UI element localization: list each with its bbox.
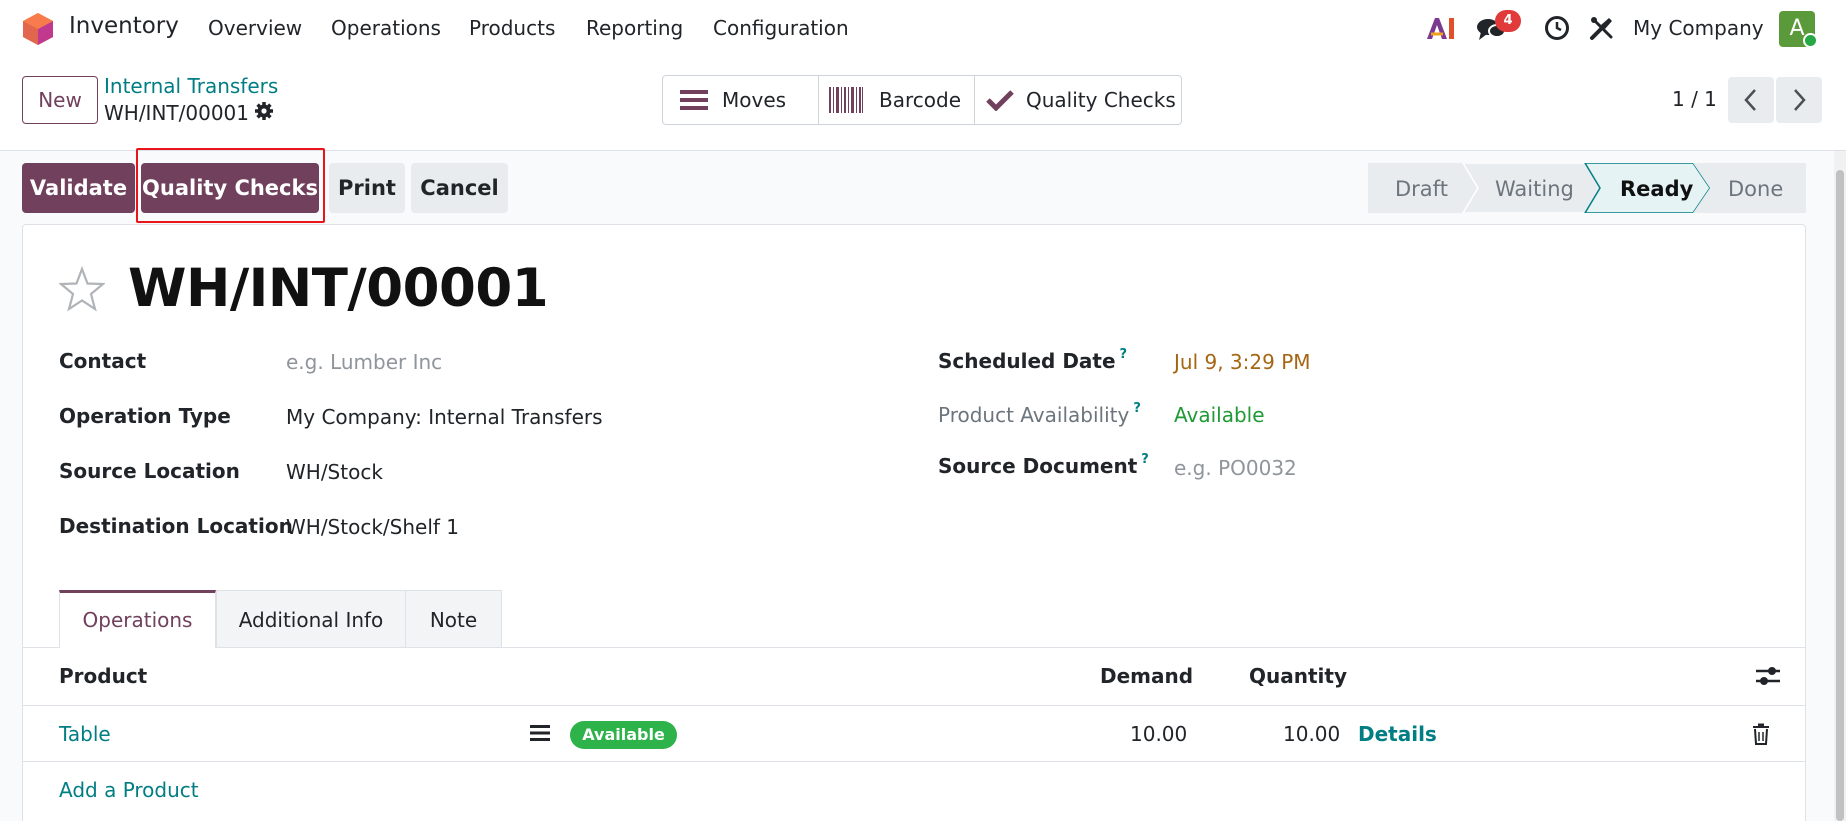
- trash-icon[interactable]: [1752, 723, 1770, 745]
- validate-button[interactable]: Validate: [22, 163, 135, 213]
- smart-separator: [974, 75, 975, 125]
- list-icon[interactable]: [530, 724, 550, 742]
- new-button[interactable]: New: [22, 76, 98, 124]
- contact-field[interactable]: e.g. Lumber Inc: [286, 350, 442, 374]
- pager-previous-button[interactable]: [1728, 77, 1774, 123]
- source-document-field[interactable]: e.g. PO0032: [1174, 456, 1297, 480]
- barcode-label: Barcode: [879, 88, 961, 112]
- column-header-quantity[interactable]: Quantity: [1249, 664, 1347, 688]
- scheduled-date-field[interactable]: Jul 9, 3:29 PM: [1174, 350, 1311, 374]
- availability-badge: Available: [570, 721, 677, 749]
- menu-reporting[interactable]: Reporting: [586, 16, 683, 40]
- tab-operations[interactable]: Operations: [59, 590, 216, 648]
- header-divider: [22, 705, 1806, 706]
- source-location-label: Source Location: [59, 459, 240, 483]
- barcode-smart-button[interactable]: Barcode: [829, 75, 974, 125]
- help-tooltip-icon[interactable]: ?: [1141, 452, 1149, 467]
- destination-location-label: Destination Location: [59, 514, 293, 538]
- quality-checks-smart-button[interactable]: Quality Checks: [986, 75, 1180, 125]
- quality-checks-label: Quality Checks: [1026, 88, 1176, 112]
- chevron-left-icon: [1744, 89, 1756, 111]
- inventory-app-icon[interactable]: [22, 12, 54, 46]
- cancel-button[interactable]: Cancel: [411, 163, 508, 213]
- star-icon[interactable]: [59, 266, 105, 312]
- presence-status-icon: [1803, 33, 1818, 48]
- barcode-icon: [829, 87, 863, 113]
- status-ready[interactable]: Ready: [1620, 177, 1693, 201]
- status-done[interactable]: Done: [1728, 177, 1783, 201]
- tab-additional-info[interactable]: Additional Info: [216, 590, 406, 648]
- debug-tools-icon[interactable]: [1589, 15, 1615, 41]
- moves-smart-button[interactable]: Moves: [680, 75, 818, 125]
- top-navbar: Inventory Overview Operations Products R…: [0, 0, 1846, 57]
- destination-location-field[interactable]: WH/Stock/Shelf 1: [286, 515, 459, 539]
- breadcrumb-current-record: WH/INT/00001: [104, 101, 249, 125]
- pager-value[interactable]: 1 / 1: [1672, 87, 1717, 111]
- quantity-cell[interactable]: 10.00: [1283, 722, 1340, 746]
- add-product-link[interactable]: Add a Product: [59, 778, 199, 802]
- operation-type-label: Operation Type: [59, 404, 231, 428]
- status-waiting[interactable]: Waiting: [1495, 177, 1574, 201]
- highlight-annotation: [136, 148, 325, 223]
- ai-icon[interactable]: [1426, 16, 1456, 40]
- checkmark-icon: [986, 90, 1014, 111]
- product-availability-value: Available: [1174, 403, 1265, 427]
- help-tooltip-icon[interactable]: ?: [1133, 401, 1141, 416]
- clock-icon[interactable]: [1544, 15, 1570, 41]
- help-tooltip-icon[interactable]: ?: [1120, 347, 1128, 362]
- menu-configuration[interactable]: Configuration: [713, 16, 849, 40]
- column-header-product[interactable]: Product: [59, 664, 147, 688]
- gear-icon[interactable]: [254, 101, 274, 121]
- row-divider: [22, 761, 1806, 762]
- status-draft[interactable]: Draft: [1395, 177, 1448, 201]
- menu-overview[interactable]: Overview: [208, 16, 302, 40]
- company-switcher[interactable]: My Company: [1633, 16, 1764, 40]
- source-location-field[interactable]: WH/Stock: [286, 460, 383, 484]
- app-name[interactable]: Inventory: [69, 13, 179, 39]
- messages-count-badge: 4: [1495, 10, 1521, 32]
- contact-label: Contact: [59, 349, 147, 373]
- record-title: WH/INT/00001: [128, 258, 549, 319]
- chevron-right-icon: [1794, 89, 1806, 111]
- operation-type-field[interactable]: My Company: Internal Transfers: [286, 405, 603, 429]
- product-cell[interactable]: Table: [59, 722, 111, 746]
- smart-separator: [818, 75, 819, 125]
- list-icon: [680, 90, 708, 110]
- column-header-demand[interactable]: Demand: [1100, 664, 1193, 688]
- details-button[interactable]: Details: [1358, 722, 1437, 746]
- status-bar: Draft Waiting Ready Done: [1368, 163, 1806, 213]
- optional-columns-icon[interactable]: [1755, 665, 1781, 687]
- menu-products[interactable]: Products: [469, 16, 555, 40]
- source-document-label: Source Document?: [938, 452, 1149, 478]
- print-button[interactable]: Print: [329, 163, 405, 213]
- menu-operations[interactable]: Operations: [331, 16, 441, 40]
- breadcrumb-internal-transfers[interactable]: Internal Transfers: [104, 74, 278, 98]
- moves-label: Moves: [722, 88, 787, 112]
- pager-next-button[interactable]: [1776, 77, 1822, 123]
- scheduled-date-label: Scheduled Date?: [938, 347, 1128, 373]
- scrollbar-thumb[interactable]: [1836, 170, 1844, 821]
- product-availability-label: Product Availability?: [938, 401, 1141, 427]
- tab-note[interactable]: Note: [405, 590, 502, 648]
- demand-cell: 10.00: [1130, 722, 1188, 746]
